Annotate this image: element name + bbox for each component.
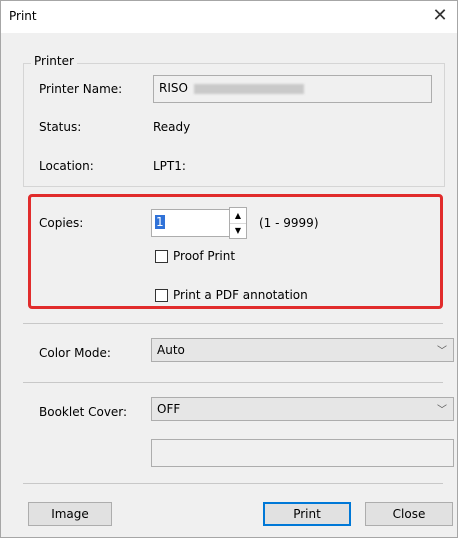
copies-range: (1 - 9999)	[259, 216, 319, 230]
copies-value: 1	[155, 215, 165, 229]
copies-spinner[interactable]: ▲ ▼	[229, 207, 247, 239]
booklet-cover-select[interactable]: OFF ﹀	[151, 397, 454, 421]
printer-name-field: RISO	[153, 75, 432, 103]
booklet-cover-label: Booklet Cover:	[39, 405, 128, 419]
location-label: Location:	[39, 159, 94, 173]
copies-input[interactable]: 1	[151, 209, 231, 237]
close-button[interactable]: Close	[365, 502, 453, 526]
status-label: Status:	[39, 120, 82, 134]
color-mode-value: Auto	[157, 343, 185, 357]
color-mode-select[interactable]: Auto ﹀	[151, 338, 454, 362]
proof-print-checkbox[interactable]	[155, 250, 168, 263]
status-value: Ready	[153, 120, 191, 134]
pdf-annotation-checkbox[interactable]	[155, 289, 168, 302]
print-button[interactable]: Print	[263, 502, 351, 526]
location-value: LPT1:	[153, 159, 186, 173]
close-icon[interactable]: ✕	[429, 5, 451, 27]
booklet-cover-detail-field	[151, 439, 454, 467]
printer-group-label: Printer	[31, 54, 77, 68]
redacted-text	[194, 84, 304, 94]
divider	[23, 483, 443, 484]
divider	[23, 323, 443, 324]
window-title: Print	[9, 9, 37, 23]
title-bar: Print ✕	[1, 1, 457, 33]
printer-name-label: Printer Name:	[39, 82, 123, 96]
pdf-annotation-label[interactable]: Print a PDF annotation	[173, 288, 308, 302]
spin-down-icon[interactable]: ▼	[230, 223, 246, 238]
chevron-down-icon: ﹀	[437, 346, 447, 357]
divider	[23, 382, 443, 383]
printer-name-value: RISO	[159, 81, 188, 95]
print-dialog: Print ✕ Printer Printer Name: RISO Statu…	[0, 0, 458, 538]
color-mode-label: Color Mode:	[39, 346, 111, 360]
chevron-down-icon: ﹀	[437, 405, 447, 416]
proof-print-label[interactable]: Proof Print	[173, 249, 235, 263]
copies-label: Copies:	[39, 216, 84, 230]
image-button[interactable]: Image	[28, 502, 112, 526]
spin-up-icon[interactable]: ▲	[230, 208, 246, 224]
booklet-cover-value: OFF	[157, 402, 181, 416]
